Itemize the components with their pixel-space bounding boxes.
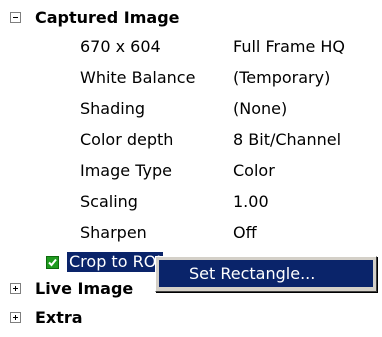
section-live-image[interactable]: Live Image <box>10 276 133 300</box>
expand-icon[interactable] <box>10 282 21 294</box>
collapse-icon[interactable] <box>10 11 21 23</box>
section-captured-image[interactable]: Captured Image <box>10 5 180 29</box>
prop-image-type-value[interactable]: Color <box>233 159 275 183</box>
crop-to-roi-checkbox[interactable] <box>46 255 59 269</box>
prop-resolution-name: 670 x 604 <box>80 37 161 56</box>
prop-sharpen-name: Sharpen <box>80 223 147 242</box>
prop-color-depth-value[interactable]: 8 Bit/Channel <box>233 128 341 152</box>
checkmark-icon <box>48 258 57 266</box>
prop-shading-value[interactable]: (None) <box>233 97 287 121</box>
prop-sharpen-value[interactable]: Off <box>233 221 257 245</box>
prop-shading-name: Shading <box>80 99 145 118</box>
section-live-image-label: Live Image <box>35 278 134 298</box>
crop-to-roi-row[interactable]: Crop to ROI <box>46 250 164 274</box>
prop-resolution-value[interactable]: Full Frame HQ <box>233 35 345 59</box>
section-extra[interactable]: Extra <box>10 305 83 329</box>
menu-item-set-rectangle[interactable]: Set Rectangle... <box>159 260 373 287</box>
section-captured-image-label: Captured Image <box>35 7 180 27</box>
prop-white-balance-name: White Balance <box>80 68 196 87</box>
context-menu: Set Rectangle... <box>155 256 377 292</box>
prop-scaling-value[interactable]: 1.00 <box>233 190 269 214</box>
prop-image-type-name: Image Type <box>80 161 172 180</box>
property-tree: Captured Image 670 x 604 Full Frame HQ W… <box>0 0 382 337</box>
expand-icon[interactable] <box>10 311 21 323</box>
crop-to-roi-label[interactable]: Crop to ROI <box>67 252 164 272</box>
prop-white-balance-value[interactable]: (Temporary) <box>233 66 330 90</box>
section-extra-label: Extra <box>35 307 83 327</box>
prop-color-depth-name: Color depth <box>80 130 174 149</box>
prop-scaling-name: Scaling <box>80 192 138 211</box>
